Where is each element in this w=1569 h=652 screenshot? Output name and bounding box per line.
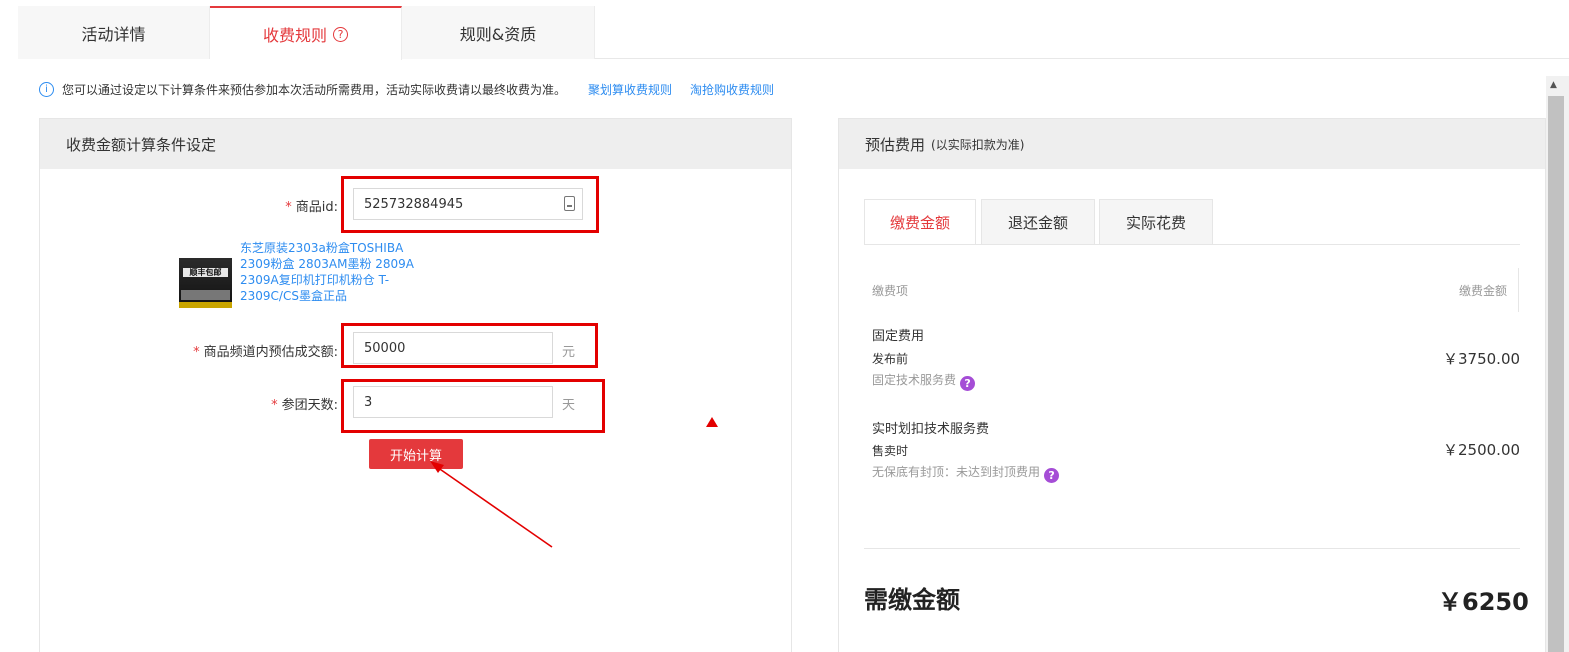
estimated-amount-label: * 商品频道内预估成交额: (193, 345, 338, 360)
tab-rules-qualification[interactable]: 规则&资质 (402, 6, 595, 59)
fee-item-amount: ￥2500.00 (1443, 441, 1521, 459)
total-value: ￥6250 (1438, 588, 1529, 616)
fee-item-title: 实时划扣技术服务费 (872, 422, 990, 437)
juhuasuan-fee-rules-link[interactable]: 聚划算收费规则 (588, 81, 672, 98)
notice-text: 您可以通过设定以下计算条件来预估参加本次活动所需费用，活动实际收费请以最终收费为… (62, 82, 567, 97)
tab-actual-spend[interactable]: 实际花费 (1099, 199, 1213, 245)
header-note: (以实际扣款为准) (931, 137, 1025, 152)
product-thumbnail[interactable]: 顺丰包邮 (179, 258, 232, 308)
tab-label: 活动详情 (81, 24, 146, 44)
fee-item-sub: 售卖时 (872, 444, 909, 458)
highlight-box-amount (341, 323, 598, 368)
fee-item-note: 固定技术服务费? (872, 371, 976, 391)
tab-activity-detail[interactable]: 活动详情 (18, 6, 210, 59)
taoqianggou-fee-rules-link[interactable]: 淘抢购收费规则 (690, 81, 774, 98)
red-arrow-annotation (430, 461, 553, 548)
tab-refund-amount[interactable]: 退还金额 (981, 199, 1095, 245)
panel-title: 预估费用 (以实际扣款为准) (839, 119, 1545, 169)
tab-fee-rules[interactable]: 收费规则? (210, 6, 402, 60)
fee-item-amount: ￥3750.00 (1443, 350, 1521, 368)
col-header-item: 缴费项 (872, 284, 909, 298)
scrollbar-thumb[interactable] (1548, 96, 1564, 652)
product-image-text: 顺丰包邮 (183, 268, 228, 277)
top-tab-bar: 活动详情 收费规则? 规则&资质 (18, 6, 1569, 60)
col-header-amount: 缴费金额 (1459, 284, 1508, 298)
tab-divider (864, 244, 1520, 245)
question-icon[interactable]: ? (1044, 468, 1060, 483)
product-id-label: * 商品id: (285, 200, 338, 215)
question-icon[interactable]: ? (960, 376, 976, 391)
highlight-box-days (341, 379, 605, 433)
product-title-link[interactable]: 东芝原装2303a粉盒TOSHIBA 2309粉盒 2803AM墨粉 2809A… (240, 240, 415, 304)
fee-item-title: 固定费用 (872, 329, 925, 344)
scroll-up-arrow-icon[interactable]: ▲ (1550, 80, 1557, 90)
red-triangle-marker (706, 417, 718, 427)
column-divider (1518, 268, 1519, 312)
question-icon[interactable]: ? (333, 26, 348, 42)
notice-bar: i 您可以通过设定以下计算条件来预估参加本次活动所需费用，活动实际收费请以最终收… (39, 80, 774, 98)
tab-label: 规则&资质 (459, 24, 537, 44)
fee-item-note: 无保底有封顶：未达到封顶费用? (872, 463, 1060, 483)
total-divider (864, 548, 1520, 549)
tab-label: 收费规则 (262, 26, 327, 45)
total-label: 需缴金额 (864, 586, 960, 614)
group-days-label: * 参团天数: (271, 398, 338, 413)
info-icon: i (39, 81, 54, 97)
fee-item-sub: 发布前 (872, 352, 909, 366)
tab-payment-amount[interactable]: 缴费金额 (864, 199, 976, 245)
panel-title: 收费金额计算条件设定 (40, 119, 791, 169)
highlight-box-product-id (341, 176, 599, 233)
